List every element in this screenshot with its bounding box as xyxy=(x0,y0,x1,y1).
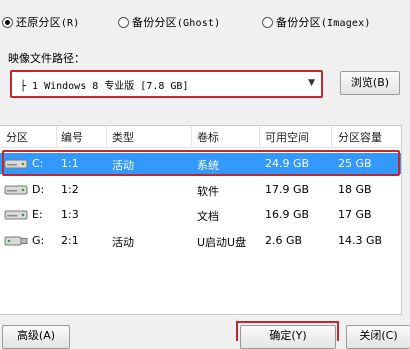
radio-backup-ghost[interactable]: 备份分区(Ghost) xyxy=(118,14,220,30)
cell-drive: E: xyxy=(32,208,43,221)
cell-capacity: 14.3 GB xyxy=(338,234,383,247)
column-divider xyxy=(56,126,57,147)
hard-disk-icon xyxy=(4,159,28,169)
table-row[interactable]: C: 1:1 活动 系统 24.9 GB 25 GB xyxy=(0,153,401,174)
column-divider xyxy=(106,126,107,147)
cell-number: 1:3 xyxy=(61,208,79,221)
cell-number: 1:2 xyxy=(61,183,79,196)
column-header-capacity[interactable]: 分区容量 xyxy=(338,129,382,145)
cell-number: 1:1 xyxy=(61,157,79,170)
column-header-volume-label[interactable]: 卷标 xyxy=(197,129,219,145)
chevron-down-icon[interactable]: ▼ xyxy=(308,78,315,88)
column-divider xyxy=(259,126,260,147)
radio-shortcut: (Imagex) xyxy=(320,18,371,29)
cell-volume-label: 软件 xyxy=(197,185,219,198)
cell-volume-label: U启动U盘 xyxy=(197,236,247,249)
image-path-label: 映像文件路径： xyxy=(8,52,85,65)
column-divider xyxy=(331,126,332,147)
radio-unselected-indicator xyxy=(118,16,129,28)
cell-number: 2:1 xyxy=(61,234,79,247)
cell-type: 活动 xyxy=(112,159,134,172)
close-button[interactable]: 关闭(C) xyxy=(346,325,410,349)
radio-shortcut: (R) xyxy=(60,18,80,29)
image-file-select[interactable]: ├ 1 Windows 8 专业版 [7.8 GB] ▼ xyxy=(10,70,323,98)
radio-selected-indicator xyxy=(2,16,13,28)
radio-label: 备份分区 xyxy=(132,16,177,29)
table-row[interactable]: E: 1:3 文档 16.9 GB 17 GB xyxy=(0,204,401,225)
cell-drive: G: xyxy=(32,234,45,247)
cell-capacity: 25 GB xyxy=(338,157,372,170)
table-row[interactable]: D: 1:2 软件 17.9 GB 18 GB xyxy=(0,179,401,200)
radio-shortcut: (Ghost) xyxy=(176,18,221,29)
cell-volume-label: 文档 xyxy=(197,210,219,223)
cell-drive: D: xyxy=(32,183,45,196)
radio-restore-partition[interactable]: 还原分区(R) xyxy=(2,14,79,30)
table-row[interactable]: G: 2:1 活动 U启动U盘 2.6 GB 14.3 GB xyxy=(0,230,401,251)
image-file-select-value: ├ 1 Windows 8 专业版 [7.8 GB] xyxy=(20,81,189,92)
column-divider xyxy=(191,126,192,147)
radio-label: 备份分区 xyxy=(276,16,321,29)
ok-button-highlight xyxy=(236,321,339,341)
cell-free-space: 16.9 GB xyxy=(265,208,310,221)
hard-disk-icon xyxy=(4,185,28,195)
table-header: 分区 编号 类型 卷标 可用空间 分区容量 xyxy=(0,126,401,148)
cell-free-space: 24.9 GB xyxy=(265,157,310,170)
column-header-partition[interactable]: 分区 xyxy=(6,129,28,145)
cell-volume-label: 系统 xyxy=(197,159,219,172)
radio-unselected-indicator xyxy=(262,16,273,28)
browse-button[interactable]: 浏览(B) xyxy=(340,71,400,95)
cell-type: 活动 xyxy=(112,236,134,249)
radio-label: 还原分区 xyxy=(16,16,61,29)
partition-table: 分区 编号 类型 卷标 可用空间 分区容量 C: 1:1 活动 系统 24.9 … xyxy=(0,125,402,315)
cell-free-space: 2.6 GB xyxy=(265,234,303,247)
column-header-type[interactable]: 类型 xyxy=(112,129,134,145)
radio-backup-imagex[interactable]: 备份分区(Imagex) xyxy=(262,14,371,30)
usb-drive-icon xyxy=(4,236,28,246)
cell-capacity: 17 GB xyxy=(338,208,372,221)
cell-free-space: 17.9 GB xyxy=(265,183,310,196)
cell-capacity: 18 GB xyxy=(338,183,372,196)
advanced-button[interactable]: 高级(A) xyxy=(2,325,70,349)
hard-disk-icon xyxy=(4,210,28,220)
cell-drive: C: xyxy=(32,157,44,170)
column-header-number[interactable]: 编号 xyxy=(61,129,83,145)
column-header-free-space[interactable]: 可用空间 xyxy=(265,129,309,145)
